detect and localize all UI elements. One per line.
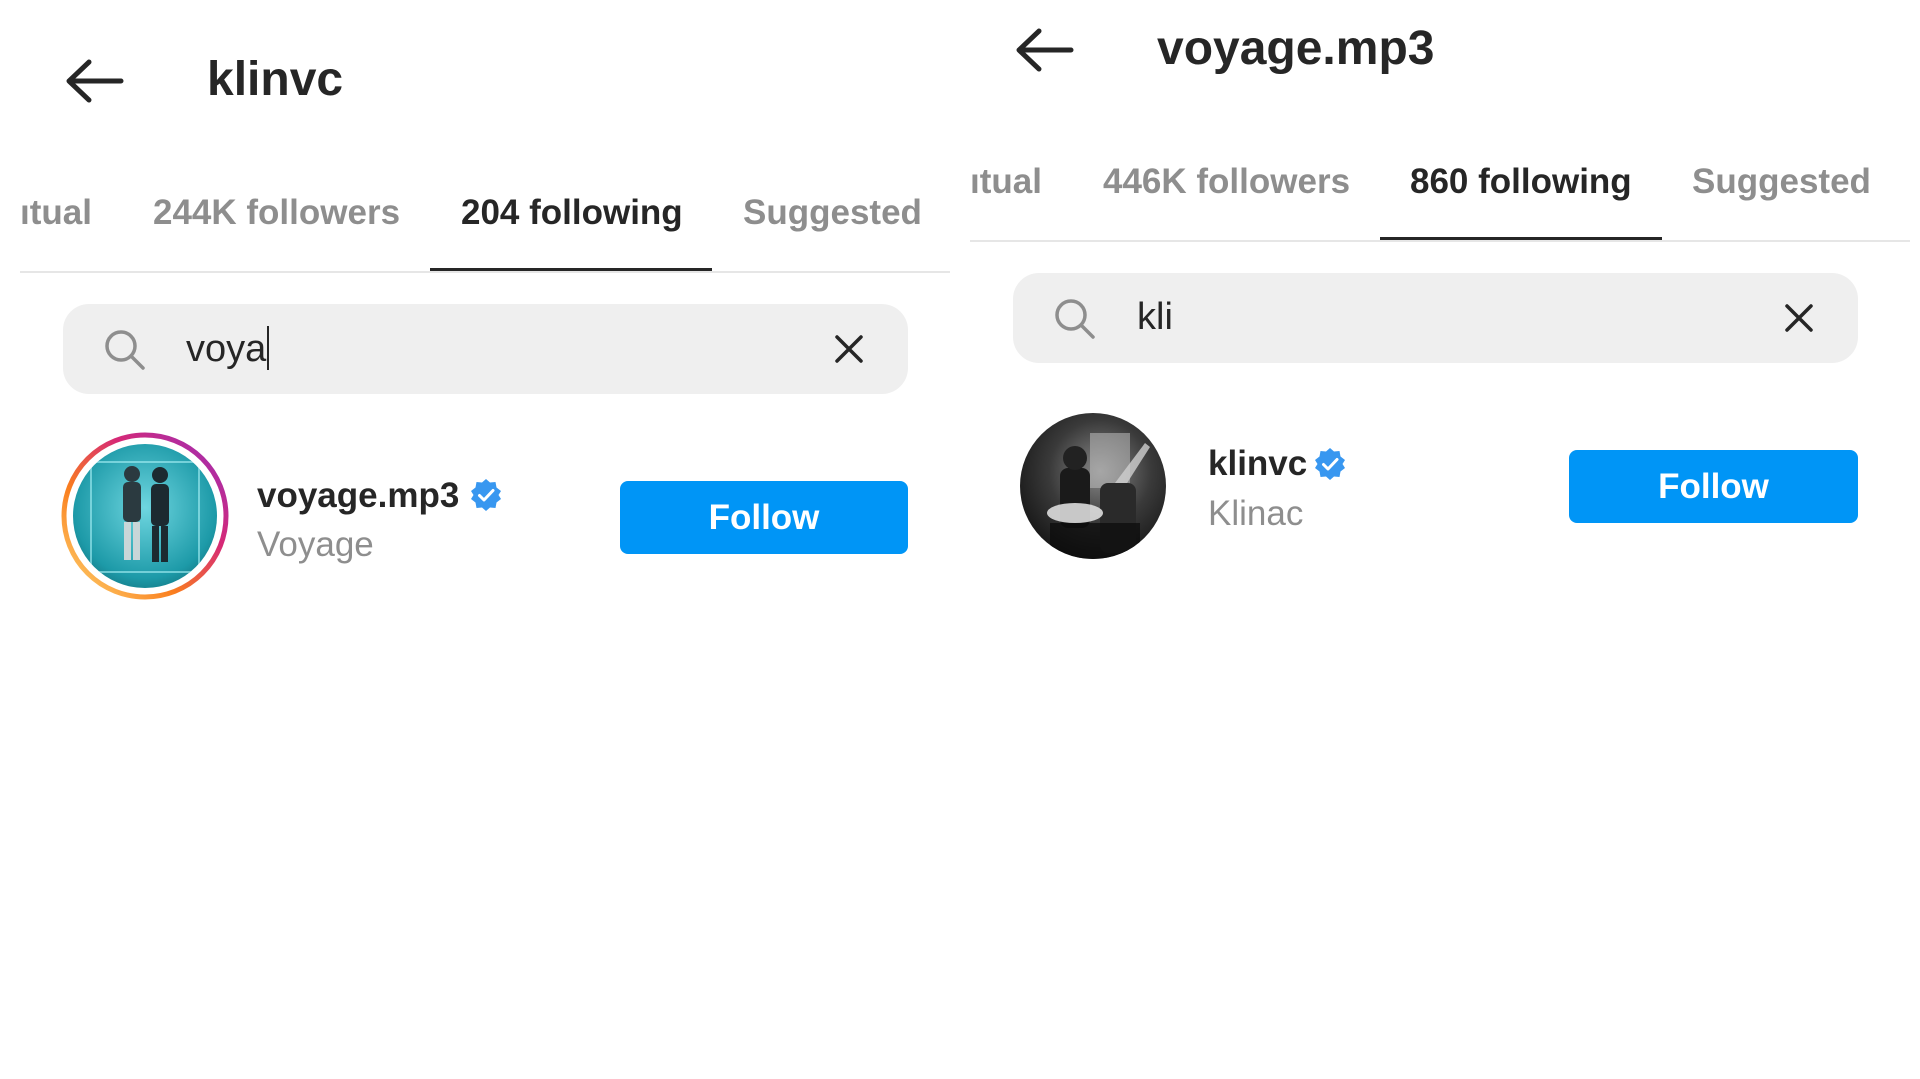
left-panel: klinvc ıtual 244K followers 204 followin…	[0, 0, 960, 1079]
search-value: kli	[1137, 296, 1173, 338]
result-username[interactable]: voyage.mp3	[257, 478, 459, 513]
back-button[interactable]	[1011, 25, 1075, 75]
search-input[interactable]: voya	[186, 326, 270, 373]
back-button[interactable]	[61, 56, 125, 106]
profile-title: voyage.mp3	[1157, 22, 1435, 75]
right-panel: voyage.mp3 ıtual 446K followers 860 foll…	[960, 0, 1920, 1079]
tab-followers[interactable]: 244K followers	[153, 195, 400, 230]
search-bar[interactable]: voya	[63, 304, 908, 394]
tabs-divider	[20, 271, 950, 273]
tab-suggested[interactable]: Suggested	[743, 195, 922, 230]
result-full-name: Voyage	[257, 525, 374, 564]
search-input[interactable]: kli	[1137, 298, 1173, 336]
close-icon[interactable]	[834, 334, 864, 364]
verified-badge-icon	[469, 478, 503, 512]
search-icon	[1053, 297, 1097, 341]
back-arrow-icon	[1016, 28, 1074, 72]
result-username[interactable]: klinvc	[1208, 446, 1307, 481]
text-caret	[267, 326, 270, 370]
search-value: voya	[186, 328, 267, 371]
avatar-voyage[interactable]	[61, 432, 229, 600]
verified-badge-icon	[1313, 447, 1347, 481]
profile-title: klinvc	[207, 53, 344, 106]
search-bar[interactable]: kli	[1013, 273, 1858, 363]
follow-button[interactable]: Follow	[1569, 450, 1858, 523]
follow-button[interactable]: Follow	[620, 481, 908, 554]
search-icon	[103, 328, 147, 372]
tab-following[interactable]: 204 following	[461, 195, 683, 230]
tab-mutual[interactable]: ıtual	[20, 195, 92, 230]
tabs-divider	[970, 240, 1910, 242]
tab-suggested[interactable]: Suggested	[1692, 164, 1871, 199]
tab-followers[interactable]: 446K followers	[1103, 164, 1350, 199]
tab-following[interactable]: 860 following	[1410, 164, 1632, 199]
close-icon[interactable]	[1784, 303, 1814, 333]
back-arrow-icon	[66, 59, 124, 103]
result-full-name: Klinac	[1208, 494, 1304, 533]
avatar-klinvc[interactable]	[1020, 413, 1166, 559]
tab-mutual[interactable]: ıtual	[970, 164, 1042, 199]
